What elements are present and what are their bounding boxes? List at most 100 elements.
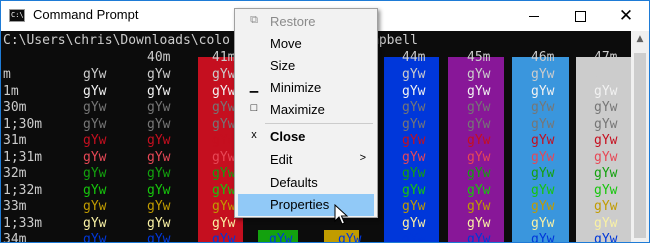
close-icon: x: [251, 129, 257, 141]
sample-text-fg: gYw: [83, 166, 107, 181]
sample-text-46m: gYw: [531, 232, 555, 243]
sample-text-41m: gYw: [212, 116, 236, 132]
sample-text-44m: gYw: [402, 67, 426, 82]
menu-item-minimize[interactable]: ▁ Minimize: [238, 77, 374, 99]
sample-text-44m: gYw: [402, 232, 426, 243]
sample-text-46m: gYw: [531, 100, 555, 115]
sample-text-fg: gYw: [83, 199, 107, 214]
mouse-cursor-icon: [334, 204, 349, 225]
sample-text-46m: gYw: [531, 215, 555, 231]
sample-text-46m: gYw: [531, 116, 555, 132]
sample-text-fg: gYw: [83, 100, 107, 115]
menu-item-label: Maximize: [270, 102, 325, 117]
row-label: 34m: [3, 232, 27, 243]
sample-text-47m: gYw: [594, 67, 618, 82]
sample-text-40m: gYw: [147, 133, 171, 148]
sample-text-47m: gYw: [594, 100, 618, 115]
scroll-thumb[interactable]: [634, 53, 646, 238]
cmd-icon[interactable]: C:\: [9, 9, 25, 22]
sample-text-fg: gYw: [83, 83, 107, 99]
sample-text-44m: gYw: [402, 149, 426, 165]
menu-item-move[interactable]: Move: [238, 33, 374, 55]
sample-text-40m: gYw: [147, 67, 171, 82]
sample-text-41m: gYw: [212, 232, 236, 243]
minimize-icon: ▁: [249, 81, 259, 93]
sample-text-42m: gYw: [269, 232, 293, 243]
vertical-scrollbar[interactable]: ▲: [631, 31, 649, 242]
sample-text-fg: gYw: [83, 133, 107, 148]
menu-item-label: Restore: [270, 14, 316, 29]
sample-text-45m: gYw: [467, 232, 491, 243]
sample-text-47m: gYw: [594, 149, 618, 165]
sample-text-41m: gYw: [212, 100, 236, 115]
sample-text-45m: gYw: [467, 67, 491, 82]
sample-text-46m: gYw: [531, 67, 555, 82]
sample-text-45m: gYw: [467, 133, 491, 148]
row-label: 1;31m: [3, 149, 43, 165]
close-button[interactable]: ✕: [603, 1, 649, 31]
sample-text-45m: gYw: [467, 116, 491, 132]
sample-text-46m: gYw: [531, 199, 555, 214]
menu-item-label: Properties: [270, 197, 330, 212]
sample-text-44m: gYw: [402, 133, 426, 148]
sample-text-40m: gYw: [147, 215, 171, 231]
sample-text-46m: gYw: [531, 182, 555, 198]
menu-item-label: Close: [270, 129, 306, 144]
column-header-44m: 44m: [402, 50, 426, 65]
sample-text-40m: gYw: [147, 232, 171, 243]
maximize-button[interactable]: [557, 1, 603, 31]
menu-item-close[interactable]: x Close: [238, 126, 374, 148]
sample-text-41m: gYw: [212, 182, 236, 198]
row-label: 30m: [3, 100, 27, 115]
sample-text-47m: gYw: [594, 133, 618, 148]
menu-item-size[interactable]: Size: [238, 55, 374, 77]
menu-item-defaults[interactable]: Defaults: [238, 172, 374, 194]
prompt-path-line: C:\Users\chris\Downloads\colo: [3, 33, 230, 48]
maximize-icon: [574, 10, 586, 22]
row-label: 1;30m: [3, 116, 43, 132]
menu-item-label: Size: [270, 58, 296, 73]
sample-text-47m: gYw: [594, 166, 618, 181]
system-context-menu: ⧉ Restore Move Size ▁ Minimize □ Maximize x Close…: [234, 8, 378, 218]
scroll-up-arrow-icon[interactable]: ▲: [631, 31, 649, 47]
sample-text-fg: gYw: [83, 116, 107, 132]
row-label: 33m: [3, 199, 27, 214]
column-header-47m: 47m: [594, 50, 618, 65]
sample-text-45m: gYw: [467, 182, 491, 198]
sample-text-47m: gYw: [594, 232, 618, 243]
sample-text-40m: gYw: [147, 182, 171, 198]
menu-item-restore[interactable]: ⧉ Restore: [238, 11, 374, 33]
sample-text-40m: gYw: [147, 166, 171, 181]
sample-text-fg: gYw: [83, 67, 107, 82]
menu-item-maximize[interactable]: □ Maximize: [238, 99, 374, 121]
sample-text-44m: gYw: [402, 166, 426, 181]
sample-text-40m: gYw: [147, 83, 171, 99]
sample-text-fg: gYw: [83, 215, 107, 231]
submenu-arrow-icon: >: [359, 152, 366, 164]
sample-text-40m: gYw: [147, 116, 171, 132]
close-icon: ✕: [618, 5, 634, 26]
menu-item-label: Minimize: [270, 80, 322, 95]
column-header-41m: 41m: [212, 50, 236, 65]
sample-text-47m: gYw: [594, 199, 618, 214]
row-label: 1;32m: [3, 182, 43, 198]
minimize-button[interactable]: [511, 1, 557, 31]
menu-item-label: Defaults: [270, 175, 318, 190]
row-label: 32m: [3, 166, 27, 181]
sample-text-45m: gYw: [467, 166, 491, 181]
sample-text-45m: gYw: [467, 149, 491, 165]
sample-text-40m: gYw: [147, 149, 171, 165]
sample-text-47m: gYw: [594, 182, 618, 198]
sample-text-40m: gYw: [147, 199, 171, 214]
menu-item-edit[interactable]: Edit >: [238, 149, 374, 171]
sample-text-fg: gYw: [83, 232, 107, 243]
sample-text-41m: gYw: [212, 166, 236, 181]
sample-text-45m: gYw: [467, 83, 491, 99]
menu-item-properties[interactable]: Properties: [238, 194, 374, 216]
sample-text-46m: gYw: [531, 166, 555, 181]
menu-separator: [265, 123, 373, 124]
sample-text-41m: gYw: [212, 133, 236, 148]
sample-text-41m: gYw: [212, 149, 236, 165]
sample-text-47m: gYw: [594, 215, 618, 231]
sample-text-47m: gYw: [594, 83, 618, 99]
